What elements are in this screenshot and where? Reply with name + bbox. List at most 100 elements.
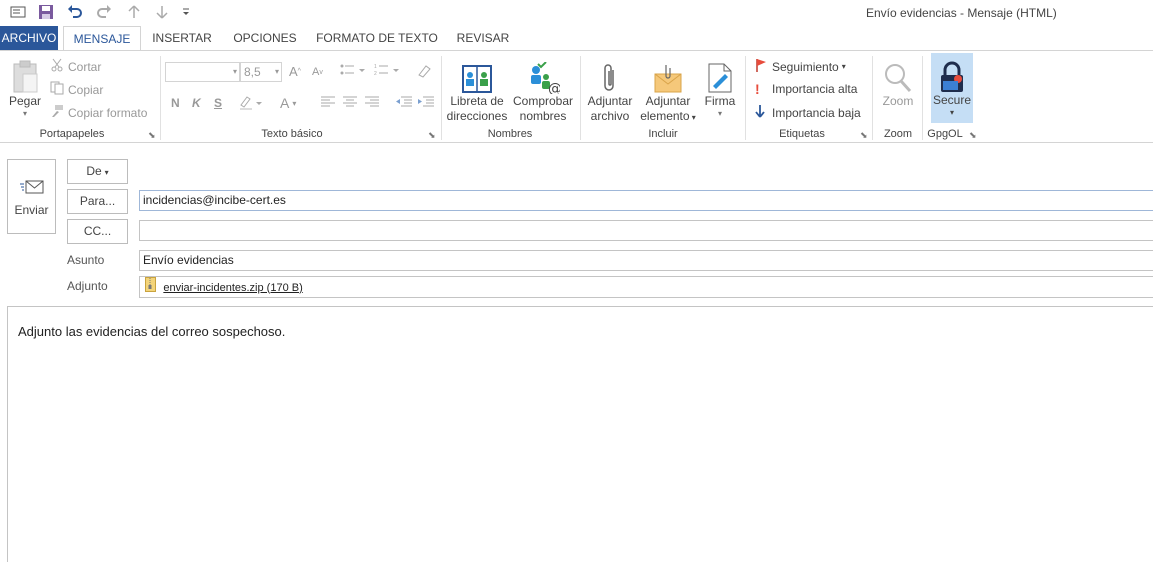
separator xyxy=(160,56,161,140)
send-button[interactable]: Enviar xyxy=(7,159,56,234)
follow-up-label: Seguimiento xyxy=(772,59,839,74)
paste-label: Pegar xyxy=(8,94,42,108)
low-importance-button[interactable]: Importancia baja xyxy=(755,104,861,121)
magnifier-icon xyxy=(877,54,919,94)
paintbrush-icon xyxy=(50,104,66,121)
send-label: Enviar xyxy=(14,203,49,217)
attach-item-label-1: Adjuntar xyxy=(645,94,691,108)
undo-icon[interactable] xyxy=(65,2,85,22)
separator xyxy=(922,56,923,140)
to-field[interactable]: incidencias@incibe-cert.es xyxy=(139,190,1153,211)
check-names-label-1: Comprobar xyxy=(512,94,574,108)
cc-field[interactable] xyxy=(139,220,1153,241)
numbering-icon[interactable]: 12 xyxy=(374,63,402,77)
italic-button[interactable]: K xyxy=(192,96,201,110)
chevron-down-icon: ▾ xyxy=(841,62,846,71)
clear-formatting-icon[interactable] xyxy=(416,63,432,79)
tab-formato-de-texto[interactable]: FORMATO DE TEXTO xyxy=(314,26,440,50)
etiquetas-launcher-icon[interactable]: ⬊ xyxy=(860,130,868,141)
group-label-texto-basico: Texto básico xyxy=(261,128,323,140)
font-size-combo[interactable]: 8,5 ▾ xyxy=(240,62,282,82)
lock-icon xyxy=(931,53,973,93)
tab-mensaje[interactable]: MENSAJE xyxy=(63,26,141,51)
align-center-icon[interactable] xyxy=(343,96,357,108)
high-importance-button[interactable]: ! Importancia alta xyxy=(755,81,857,97)
address-book-label-1: Libreta de xyxy=(450,94,504,108)
group-label-incluir: Incluir xyxy=(648,128,678,140)
gpgol-launcher-icon[interactable]: ⬊ xyxy=(969,130,977,141)
check-names-label-2: nombres xyxy=(519,109,567,123)
signature-icon xyxy=(700,54,740,94)
paste-button[interactable]: Pegar ▾ xyxy=(6,54,44,119)
window-title: Envío evidencias - Mensaje (HTML) xyxy=(866,6,1057,20)
to-button[interactable]: Para... xyxy=(67,189,128,214)
tab-opciones[interactable]: OPCIONES xyxy=(228,26,302,50)
secure-button[interactable]: Secure ▾ xyxy=(931,53,973,123)
tab-archivo[interactable]: ARCHIVO xyxy=(0,26,58,50)
attachment-label: Adjunto xyxy=(67,279,108,293)
separator xyxy=(441,56,442,140)
texto-basico-launcher-icon[interactable]: ⬊ xyxy=(428,130,436,141)
to-value: incidencias@incibe-cert.es xyxy=(143,193,286,207)
zoom-button[interactable]: Zoom xyxy=(877,54,919,109)
attach-file-button[interactable]: Adjuntar archivo xyxy=(584,54,636,124)
cut-label: Cortar xyxy=(68,59,102,74)
redo-icon[interactable] xyxy=(94,2,114,22)
copy-icon xyxy=(50,81,66,98)
tab-insertar[interactable]: INSERTAR xyxy=(150,26,214,50)
ribbon-tabs: ARCHIVO MENSAJE INSERTAR OPCIONES FORMAT… xyxy=(0,26,1153,51)
format-painter-label: Copiar formato xyxy=(68,105,148,120)
low-importance-label: Importancia baja xyxy=(772,105,861,120)
svg-text:@: @ xyxy=(548,81,560,94)
cc-button[interactable]: CC... xyxy=(67,219,128,244)
group-label-zoom: Zoom xyxy=(883,128,913,140)
scissors-icon xyxy=(50,58,66,75)
arrow-up-icon[interactable] xyxy=(124,2,144,22)
secure-label: Secure xyxy=(932,93,972,107)
from-button[interactable]: De ▾ xyxy=(67,159,128,184)
subject-field[interactable]: Envío evidencias xyxy=(139,250,1153,271)
align-left-icon[interactable] xyxy=(321,96,335,108)
shrink-font-icon[interactable]: Av xyxy=(312,66,323,78)
font-name-combo[interactable]: ▾ xyxy=(165,62,240,82)
attachment-link[interactable]: enviar-incidentes.zip (170 B) xyxy=(163,282,302,294)
arrow-down-icon[interactable] xyxy=(152,2,172,22)
signature-button[interactable]: Firma ▾ xyxy=(700,54,740,119)
attach-item-button[interactable]: Adjuntar elemento ▾ xyxy=(640,54,696,125)
address-book-button[interactable]: Libreta de direcciones xyxy=(446,54,508,124)
cut-button[interactable]: Cortar xyxy=(50,58,101,75)
bold-button[interactable]: N xyxy=(171,96,180,110)
highlight-icon[interactable] xyxy=(238,95,266,111)
customize-toolbar-icon[interactable] xyxy=(176,2,196,22)
message-body[interactable]: Adjunto las evidencias del correo sospec… xyxy=(7,306,1153,562)
increase-indent-icon[interactable] xyxy=(418,96,434,108)
send-envelope-icon xyxy=(8,178,55,199)
subject-label: Asunto xyxy=(67,253,105,267)
follow-up-button[interactable]: Seguimiento ▾ xyxy=(755,58,846,75)
address-book-icon xyxy=(446,54,508,94)
save-icon[interactable] xyxy=(36,2,56,22)
bullets-icon[interactable] xyxy=(340,63,368,77)
group-label-portapapeles: Portapapeles xyxy=(39,128,105,140)
copy-button[interactable]: Copiar xyxy=(50,81,103,98)
address-book-label-2: direcciones xyxy=(446,109,508,123)
grow-font-icon[interactable]: A ^ xyxy=(289,64,301,79)
underline-button[interactable]: S xyxy=(214,96,222,110)
format-painter-button[interactable]: Copiar formato xyxy=(50,104,147,121)
align-right-icon[interactable] xyxy=(365,96,379,108)
tab-revisar[interactable]: REVISAR xyxy=(452,26,514,50)
from-label: De xyxy=(86,164,102,178)
check-names-button[interactable]: @ Comprobar nombres xyxy=(511,54,575,124)
font-size-value: 8,5 xyxy=(244,65,261,79)
exclamation-icon: ! xyxy=(755,81,760,97)
font-color-icon[interactable]: A ▾ xyxy=(280,95,296,111)
body-text: Adjunto las evidencias del correo sospec… xyxy=(18,324,286,339)
message-icon[interactable] xyxy=(8,2,28,22)
check-names-icon: @ xyxy=(511,54,575,94)
svg-text:2: 2 xyxy=(374,71,377,77)
zip-file-icon xyxy=(145,277,156,298)
group-label-nombres: Nombres xyxy=(487,128,533,140)
portapapeles-launcher-icon[interactable]: ⬊ xyxy=(148,130,156,141)
decrease-indent-icon[interactable] xyxy=(396,96,412,108)
separator xyxy=(872,56,873,140)
